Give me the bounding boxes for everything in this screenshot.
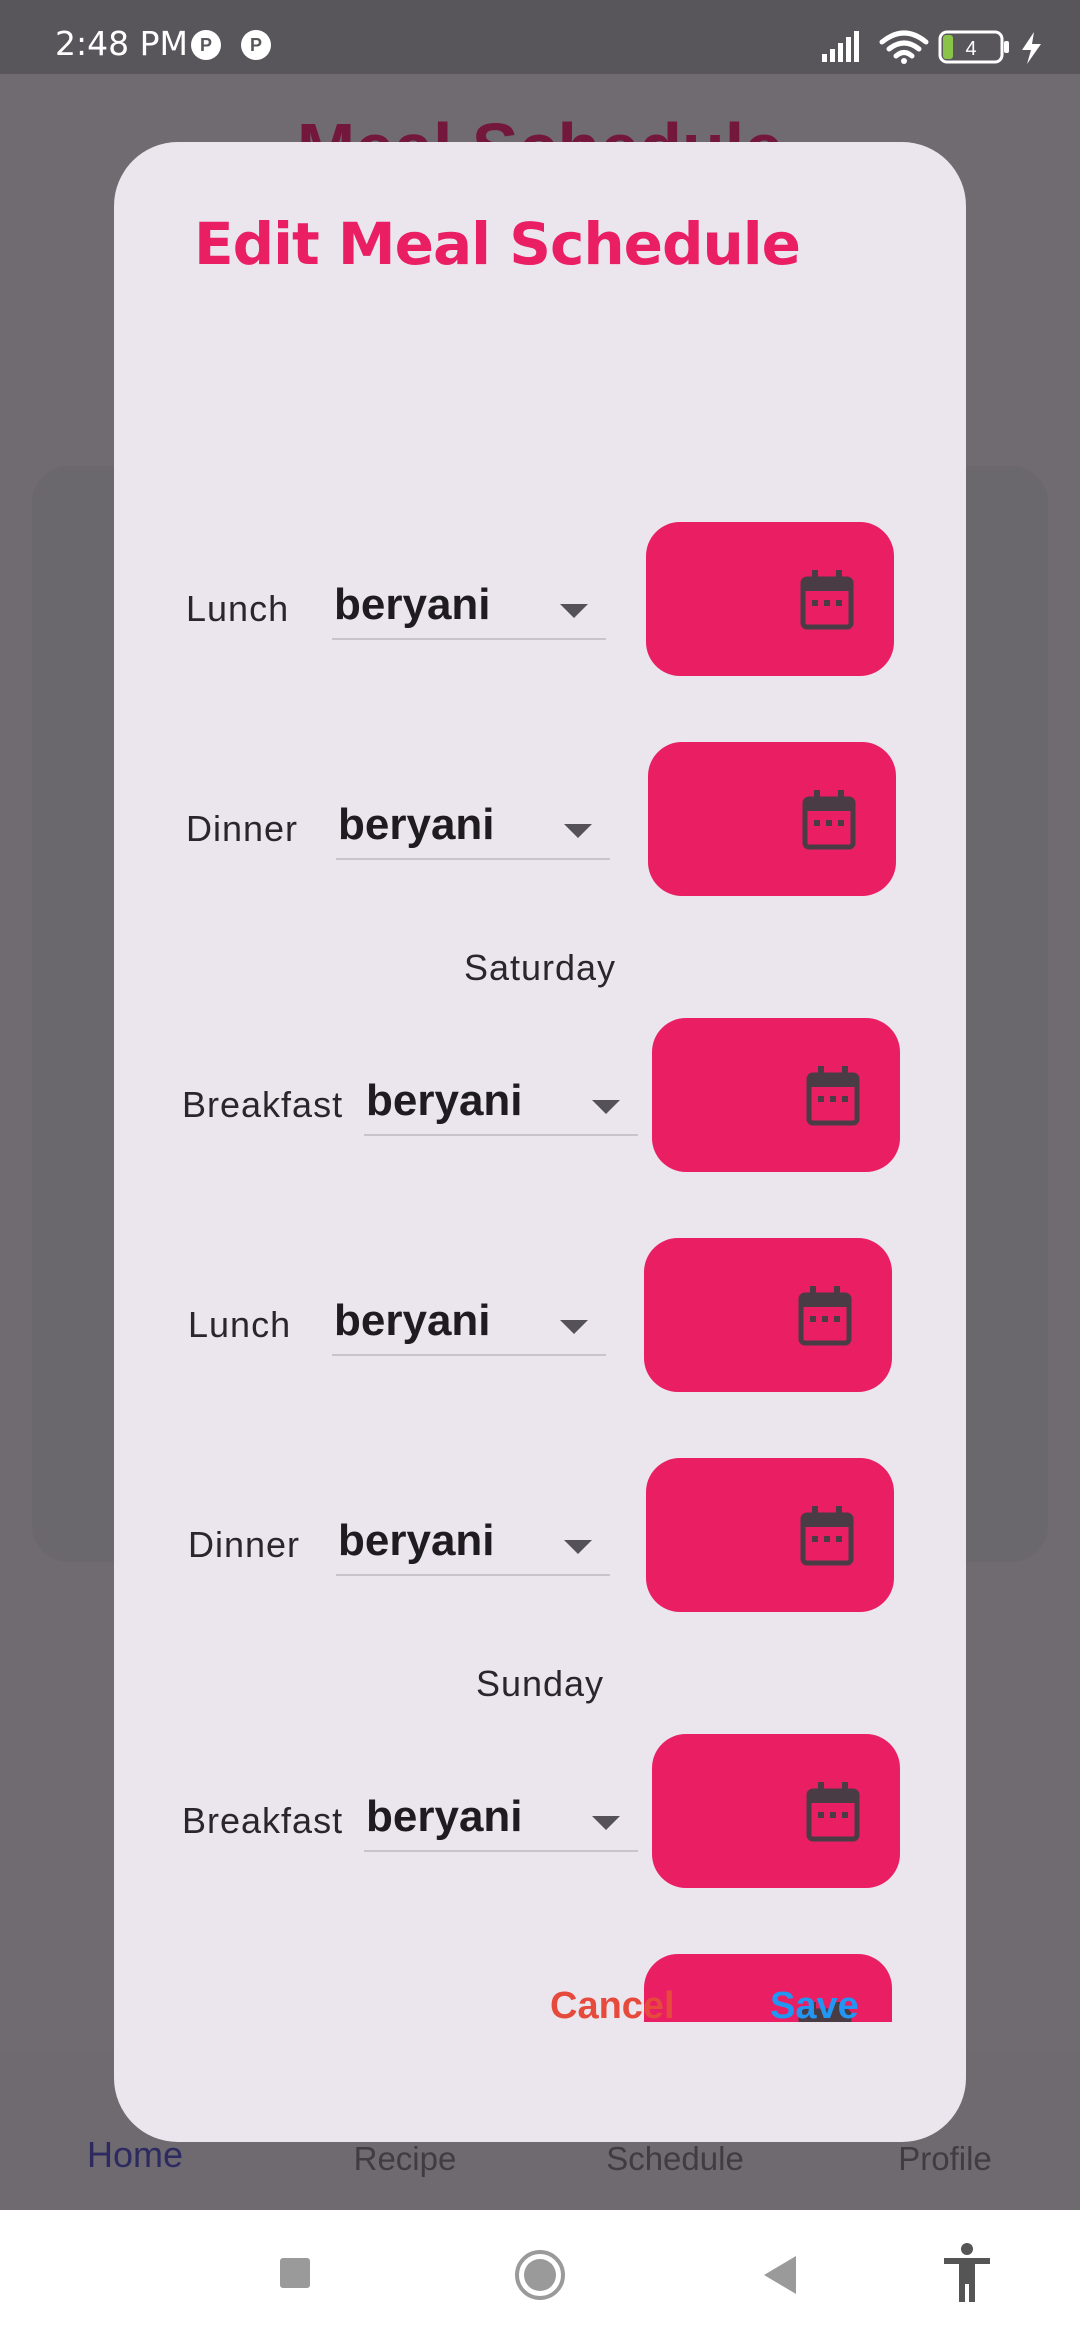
- calendar-icon: [806, 1066, 860, 1126]
- meal-row: Lunch beryani: [114, 522, 966, 677]
- food-dropdown[interactable]: beryani: [336, 762, 610, 860]
- save-button[interactable]: Save: [770, 1985, 859, 2028]
- dropdown-arrow-icon: [560, 1320, 588, 1334]
- food-dropdown[interactable]: beryani: [364, 1754, 638, 1852]
- meal-label: Breakfast: [182, 1084, 344, 1125]
- notification-icon: P: [191, 30, 221, 60]
- meal-row: Lunch beryani: [114, 1238, 966, 1393]
- dropdown-arrow-icon: [592, 1816, 620, 1830]
- calendar-icon: [802, 790, 856, 850]
- edit-meal-schedule-dialog: Edit Meal Schedule Lunch beryani Dinner …: [114, 142, 966, 2142]
- calendar-icon: [800, 1506, 854, 1566]
- meal-list[interactable]: Lunch beryani Dinner beryani Saturday Br…: [114, 362, 966, 2022]
- day-label: Saturday: [463, 947, 617, 988]
- wifi-icon: [879, 30, 929, 59]
- food-dropdown[interactable]: beryani: [332, 1258, 606, 1356]
- status-time: 2:48 PM: [55, 24, 188, 63]
- dropdown-arrow-icon: [560, 604, 588, 618]
- calendar-icon: [798, 1286, 852, 1346]
- food-value: beryani: [334, 580, 491, 629]
- food-value: beryani: [334, 1296, 491, 1345]
- food-value: beryani: [338, 800, 495, 849]
- food-dropdown[interactable]: beryani: [332, 542, 606, 640]
- notification-icon: P: [241, 30, 271, 60]
- dropdown-arrow-icon: [592, 1100, 620, 1114]
- nav-schedule[interactable]: Schedule: [540, 2140, 810, 2178]
- calendar-icon: [800, 570, 854, 630]
- date-picker-button[interactable]: [652, 1734, 900, 1888]
- date-picker-button[interactable]: [648, 742, 896, 896]
- charging-icon: [1022, 32, 1041, 64]
- dropdown-arrow-icon: [564, 1540, 592, 1554]
- meal-row: Breakfast beryani: [114, 1734, 966, 1889]
- dropdown-arrow-icon: [564, 824, 592, 838]
- battery-icon: 4: [938, 30, 1009, 64]
- date-picker-button[interactable]: [644, 1238, 892, 1392]
- nav-recipe[interactable]: Recipe: [270, 2140, 540, 2178]
- calendar-icon: [806, 1782, 860, 1842]
- recents-icon[interactable]: [278, 2256, 312, 2290]
- status-bar: 2:48 PM P P 4: [0, 0, 1080, 74]
- cancel-button[interactable]: Cancel: [550, 1985, 675, 2028]
- food-value: beryani: [366, 1076, 523, 1125]
- meal-row: Breakfast beryani: [114, 1018, 966, 1173]
- meal-label: Breakfast: [182, 1800, 344, 1841]
- meal-row: Dinner beryani: [114, 742, 966, 897]
- status-icons: 4: [822, 30, 1041, 64]
- date-picker-button[interactable]: [652, 1018, 900, 1172]
- accessibility-icon[interactable]: [942, 2242, 992, 2304]
- date-picker-button[interactable]: [646, 1458, 894, 1612]
- dialog-title: Edit Meal Schedule: [194, 210, 801, 278]
- meal-row: Dinner beryani: [114, 1458, 966, 1613]
- food-value: beryani: [366, 1792, 523, 1841]
- meal-label: Dinner: [186, 808, 299, 849]
- back-icon[interactable]: [760, 2254, 800, 2296]
- system-navigation-bar: [0, 2210, 1080, 2340]
- meal-label: Lunch: [188, 1304, 292, 1345]
- signal-icon: [822, 31, 859, 62]
- food-value: beryani: [338, 1516, 495, 1565]
- home-icon[interactable]: [513, 2248, 567, 2302]
- nav-profile[interactable]: Profile: [810, 2140, 1080, 2178]
- meal-label: Dinner: [188, 1524, 301, 1565]
- day-label: Sunday: [475, 1663, 605, 1704]
- food-dropdown[interactable]: beryani: [364, 1038, 638, 1136]
- date-picker-button[interactable]: [646, 522, 894, 676]
- meal-label: Lunch: [186, 588, 290, 629]
- food-dropdown[interactable]: beryani: [336, 1478, 610, 1576]
- svg-text:4: 4: [965, 38, 976, 60]
